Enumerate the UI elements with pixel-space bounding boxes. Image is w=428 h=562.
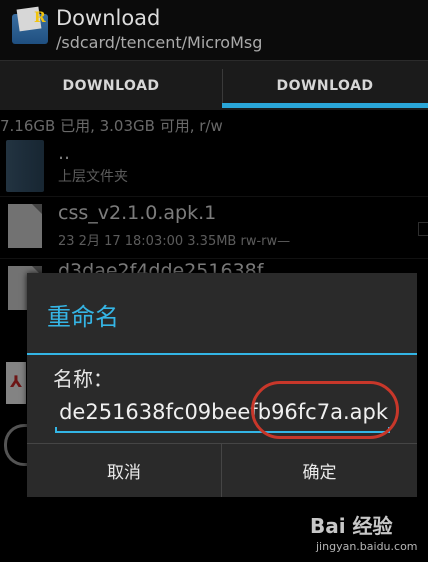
folder-path: /sdcard/tencent/MicroMsg — [56, 33, 263, 52]
app-badge: R — [34, 10, 46, 26]
watermark-brand: Bai 经验 — [310, 514, 393, 538]
folder-title: Download — [56, 6, 161, 30]
input-underline-left-tick — [55, 427, 57, 433]
app-icon[interactable]: R — [12, 6, 48, 46]
dialog-title: 重命名 — [47, 303, 119, 331]
dialog-title-divider — [27, 353, 417, 355]
watermark-url: jingyan.baidu.com — [316, 540, 418, 553]
confirm-button[interactable]: 确定 — [222, 444, 417, 497]
tab-download-left[interactable]: DOWNLOAD — [0, 61, 222, 111]
action-bar: R Download /sdcard/tencent/MicroMsg — [0, 0, 428, 60]
cancel-button[interactable]: 取消 — [27, 444, 221, 497]
name-label: 名称： — [53, 367, 113, 391]
tab-selected-indicator — [222, 103, 428, 108]
baidu-watermark: Bai 经验 jingyan.baidu.com — [308, 508, 426, 560]
annotation-circle — [251, 381, 399, 439]
